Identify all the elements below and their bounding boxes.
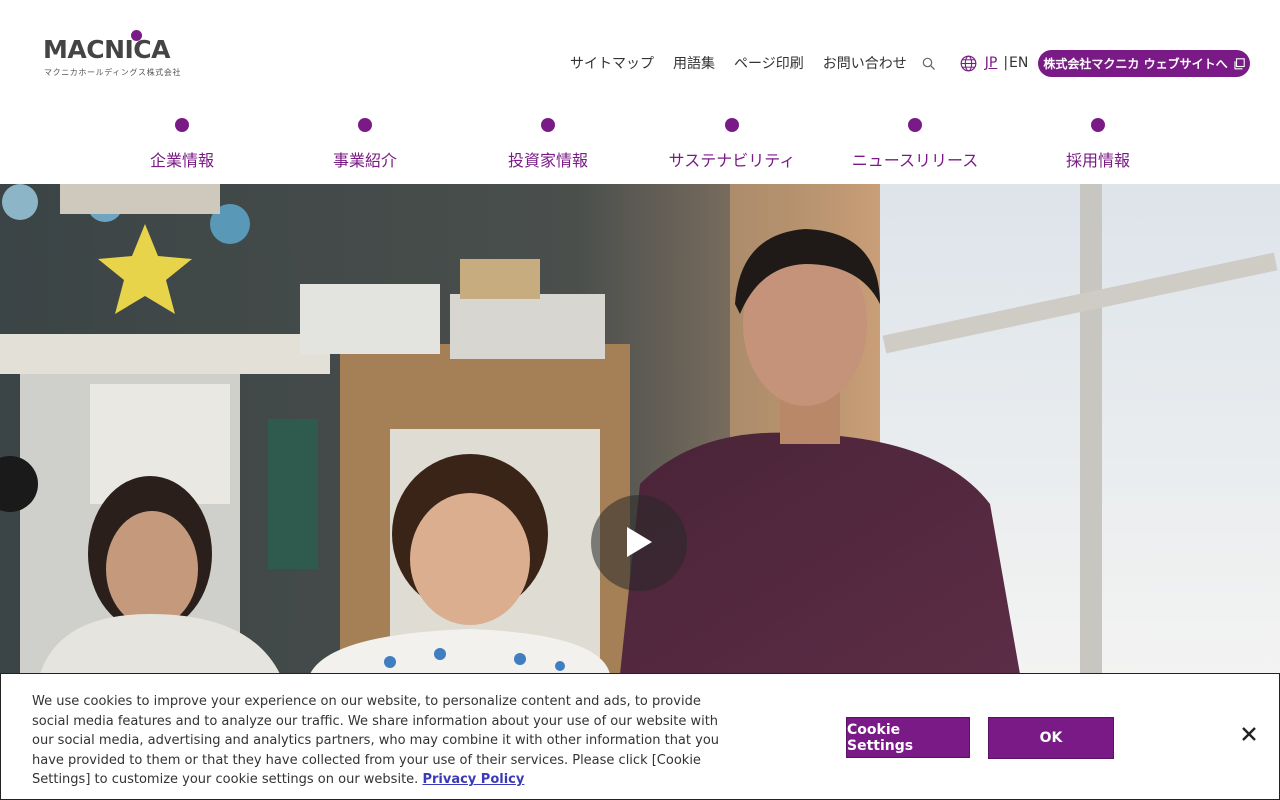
cookie-ok-button[interactable]: OK <box>988 717 1114 759</box>
globe-icon <box>960 55 977 72</box>
lang-en-link[interactable]: EN <box>1009 55 1028 71</box>
macnica-website-button[interactable]: 株式会社マクニカ ウェブサイトへ <box>1038 50 1250 77</box>
util-link-contact[interactable]: お問い合わせ <box>823 53 907 73</box>
util-link-sitemap[interactable]: サイトマップ <box>570 53 654 73</box>
macnica-logo[interactable]: MACNICA マクニカホールディングス株式会社 <box>43 28 183 80</box>
nav-item-careers[interactable]: 採用情報 <box>1018 118 1178 171</box>
nav-dot <box>175 118 189 132</box>
play-icon <box>627 527 652 557</box>
cookie-settings-button[interactable]: Cookie Settings <box>846 717 970 758</box>
nav-item-sustainability[interactable]: サステナビリティ <box>652 118 812 171</box>
hero-video[interactable] <box>0 184 1280 674</box>
logo-subtitle: マクニカホールディングス株式会社 <box>44 68 182 77</box>
nav-item-business[interactable]: 事業紹介 <box>285 118 445 171</box>
privacy-policy-link[interactable]: Privacy Policy <box>422 772 524 787</box>
nav-label: 採用情報 <box>1065 151 1130 170</box>
logo-wordmark: MACNICA <box>43 35 171 64</box>
lang-jp-link[interactable]: JP <box>985 55 998 71</box>
hero-video-frame <box>0 184 1280 674</box>
cookie-banner: We use cookies to improve your experienc… <box>0 673 1280 800</box>
close-icon[interactable] <box>1238 723 1260 745</box>
external-link-icon <box>1233 57 1245 70</box>
nav-item-investors[interactable]: 投資家情報 <box>468 118 628 171</box>
nav-dot <box>541 118 555 132</box>
lang-separator: | <box>1003 55 1009 71</box>
macnica-website-label: 株式会社マクニカ ウェブサイトへ <box>1043 57 1228 71</box>
util-link-print[interactable]: ページ印刷 <box>734 53 804 73</box>
nav-dot <box>725 118 739 132</box>
nav-dot <box>1091 118 1105 132</box>
util-link-glossary[interactable]: 用語集 <box>673 53 715 73</box>
nav-item-company[interactable]: 企業情報 <box>102 118 262 171</box>
nav-dot <box>358 118 372 132</box>
nav-dot <box>908 118 922 132</box>
site-header: MACNICA マクニカホールディングス株式会社 サイトマップ 用語集 ページ印… <box>0 0 1280 184</box>
cookie-message: We use cookies to improve your experienc… <box>32 694 720 788</box>
search-icon[interactable] <box>922 56 936 70</box>
play-button[interactable] <box>591 495 687 591</box>
nav-label: 投資家情報 <box>507 151 588 170</box>
utility-nav: サイトマップ 用語集 ページ印刷 お問い合わせ JP | EN <box>570 50 1028 76</box>
cookie-text-block: We use cookies to improve your experienc… <box>32 692 722 790</box>
nav-label: 事業紹介 <box>332 151 397 170</box>
nav-label: 企業情報 <box>149 151 214 170</box>
nav-item-news[interactable]: ニュースリリース <box>835 118 995 171</box>
nav-label: サステナビリティ <box>668 151 796 170</box>
nav-label: ニュースリリース <box>851 151 979 170</box>
